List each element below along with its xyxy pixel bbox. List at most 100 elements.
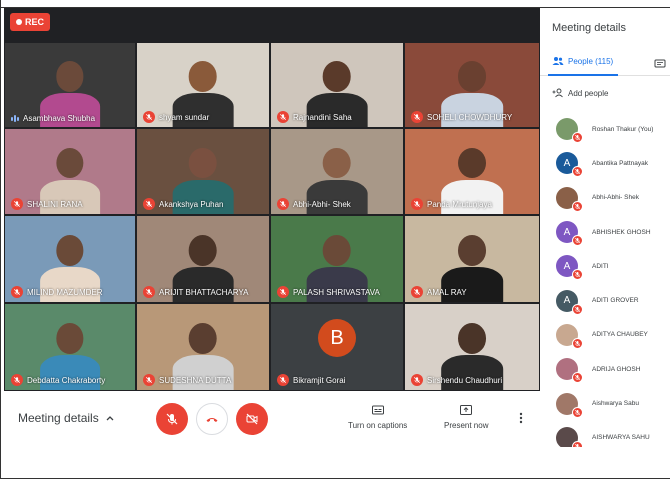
participant-head	[323, 234, 351, 266]
participant-name: MILIND MAZUMDER	[27, 287, 103, 297]
participant-name-tag: Asambhava Shubha	[11, 114, 95, 123]
microphone-toggle-button[interactable]	[156, 403, 188, 435]
captions-label: Turn on captions	[348, 421, 408, 430]
more-vert-icon	[519, 412, 523, 424]
present-screen-icon	[460, 405, 473, 415]
people-list-item[interactable]: A ABHISHEK GHOSH	[540, 215, 670, 249]
avatar-initial: A	[563, 295, 571, 307]
mic-muted-icon	[572, 303, 583, 315]
participant-name-tag: Akankshya Puhan	[143, 198, 224, 210]
participant-name-tag: Debdatta Chakraborty	[11, 374, 105, 386]
participant-avatar: A	[556, 152, 583, 178]
present-now-button[interactable]: Present now	[444, 403, 488, 430]
mic-muted-icon	[11, 374, 23, 386]
mic-muted-icon	[411, 198, 423, 210]
people-list-item[interactable]: AISHWARYA SAHU	[540, 421, 670, 447]
people-list-name: ADITI	[592, 262, 609, 270]
people-list-item[interactable]: ADRIJA GHOSH	[540, 352, 670, 386]
mic-muted-icon	[411, 111, 423, 123]
more-options-button[interactable]	[518, 411, 524, 428]
participant-name: SHALINI RANA	[27, 199, 83, 209]
mic-muted-icon	[277, 111, 289, 123]
participant-tile[interactable]: MILIND MAZUMDER	[4, 215, 136, 303]
mic-muted-icon	[572, 269, 583, 281]
participant-avatar: A	[556, 255, 583, 281]
add-people-button[interactable]: Add people	[552, 88, 608, 98]
chevron-up-icon	[106, 416, 114, 421]
mic-muted-icon	[572, 132, 583, 144]
participant-name: Asambhava Shubha	[23, 114, 96, 123]
mic-muted-icon	[277, 198, 289, 210]
mic-muted-icon	[143, 198, 155, 210]
participant-name: ARIJIT BHATTACHARYA	[159, 287, 249, 297]
participant-name-tag: ARIJIT BHATTACHARYA	[143, 286, 249, 298]
camera-off-icon	[246, 413, 258, 425]
mic-muted-icon	[277, 286, 289, 298]
meeting-details-button[interactable]: Meeting details	[18, 411, 115, 425]
participant-name-tag: SUDESHNA DUTTA	[143, 374, 231, 386]
participant-name-tag: Bikramjit Gorai	[277, 374, 345, 386]
captions-icon	[371, 405, 384, 415]
people-list-item[interactable]: Roshan Thakur (You)	[540, 112, 670, 146]
people-list-item[interactable]: Abhi-Abhi- Shek	[540, 181, 670, 215]
captions-button[interactable]: Turn on captions	[348, 403, 407, 430]
people-icon	[552, 57, 564, 65]
avatar-initial: A	[563, 260, 571, 272]
participant-name-tag: MILIND MAZUMDER	[11, 286, 103, 298]
mic-muted-icon	[143, 111, 155, 123]
present-label: Present now	[444, 421, 489, 430]
participant-tile[interactable]: SHALINI RANA	[4, 128, 136, 215]
participant-tile[interactable]: ARIJIT BHATTACHARYA	[136, 215, 270, 303]
participant-tile[interactable]: Akankshya Puhan	[136, 128, 270, 215]
participant-head	[457, 234, 487, 266]
leave-call-button[interactable]	[196, 403, 228, 435]
people-list-item[interactable]: A ADITI	[540, 249, 670, 283]
participant-tile[interactable]: SOHELI CHOWDHURY	[404, 42, 540, 128]
participant-tile[interactable]: Debdatta Chakraborty	[4, 303, 136, 391]
participant-avatar	[556, 392, 583, 418]
participant-avatar	[556, 186, 583, 212]
participant-tile[interactable]: Rajnandini Saha	[270, 42, 404, 128]
participant-grid: Asambhava Shubha shyam sundar Rajnandini S…	[4, 42, 540, 391]
chat-icon	[654, 59, 666, 68]
participant-tile[interactable]: Abhi-Abhi- Shek	[270, 128, 404, 215]
mic-muted-icon	[143, 286, 155, 298]
participant-tile[interactable]: Asambhava Shubha	[4, 42, 136, 128]
people-list-item[interactable]: A Abantika Pattnayak	[540, 146, 670, 180]
participant-tile[interactable]: AMAL RAY	[404, 215, 540, 303]
mic-muted-icon	[572, 200, 583, 212]
people-list-name: ADITI GROVER	[592, 297, 639, 305]
mic-muted-icon	[411, 286, 423, 298]
people-list-item[interactable]: Aishwarya Sabu	[540, 386, 670, 420]
participant-tile[interactable]: PALASH SHRIVASTAVA	[270, 215, 404, 303]
participant-head	[457, 147, 487, 179]
speaking-indicator-icon	[11, 115, 19, 122]
participant-head	[323, 147, 351, 179]
participant-name-tag: SHALINI RANA	[11, 198, 83, 210]
participant-head	[189, 234, 217, 266]
participant-avatar: B	[318, 319, 356, 358]
participant-name: shyam sundar	[159, 112, 210, 122]
people-list-item[interactable]: A ADITI GROVER	[540, 283, 670, 317]
participant-avatar: A	[556, 221, 583, 247]
meeting-details-label: Meeting details	[18, 411, 99, 425]
avatar-initial: A	[563, 226, 571, 238]
tab-chat[interactable]	[654, 56, 666, 74]
participant-tile[interactable]: shyam sundar	[136, 42, 270, 128]
mic-muted-icon	[11, 286, 23, 298]
people-list-item[interactable]: ADITYA CHAUBEY	[540, 318, 670, 352]
mic-muted-icon	[572, 337, 583, 349]
panel-title: Meeting details	[552, 22, 626, 34]
participant-head	[323, 61, 351, 92]
camera-toggle-button[interactable]	[236, 403, 268, 435]
tab-people[interactable]: People (115)	[552, 56, 613, 66]
participant-tile[interactable]: Panda Mrutunjaya	[404, 128, 540, 215]
mic-muted-icon	[572, 235, 583, 247]
participant-tile[interactable]: SUDESHNA DUTTA	[136, 303, 270, 391]
participant-tile[interactable]: Sirshendu Chaudhuri	[404, 303, 540, 391]
people-list: Roshan Thakur (You) A Abantika Pattnayak Ab…	[540, 112, 670, 447]
participant-head	[189, 322, 217, 354]
active-tab-indicator	[548, 74, 618, 76]
people-tab-label: People (115)	[568, 56, 614, 66]
participant-tile[interactable]: B Bikramjit Gorai	[270, 303, 404, 391]
